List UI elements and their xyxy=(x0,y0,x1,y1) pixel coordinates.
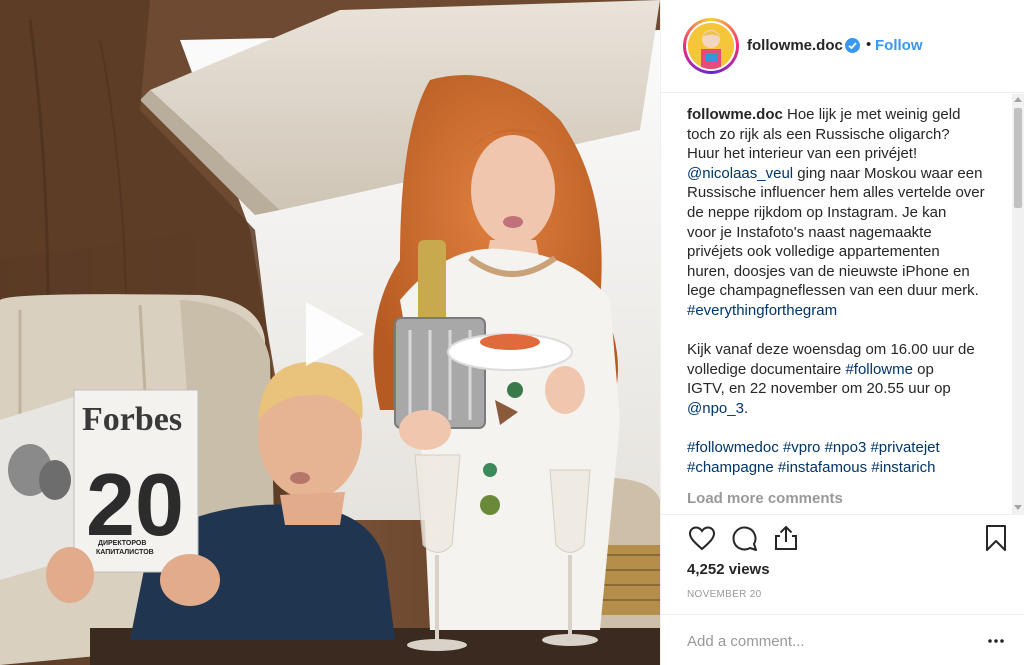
share-upload-icon xyxy=(775,525,797,550)
story-ring[interactable] xyxy=(683,18,739,74)
caption-line: de neppe rijkdom op Instagram. Je kan xyxy=(687,203,947,221)
caption-line: @nicolaas_veul ging naar Moskou waar een xyxy=(687,164,983,182)
caption-line: huren, doosjes van de nieuwste iPhone en xyxy=(687,262,970,280)
post-sidebar: followme.doc • Follow followme.doc Hoe l… xyxy=(660,0,1024,665)
like-button[interactable] xyxy=(687,523,717,553)
username[interactable]: followme.doc xyxy=(747,37,843,54)
caption-line: toch zo rijk als een Russische oligarch? xyxy=(687,125,950,143)
verified-badge-icon xyxy=(845,38,860,53)
caption-line: voor je Instafoto's naast nagemaakte xyxy=(687,223,932,241)
comment-bubble-icon xyxy=(732,526,757,551)
svg-text:ДИРЕКТОРОВ: ДИРЕКТОРОВ xyxy=(98,540,146,547)
caption-line: @npo_3. xyxy=(687,399,749,417)
hashtag-link[interactable]: #everythingforthegram xyxy=(687,301,991,321)
caption-line: lege champagneflessen van een duur merk. xyxy=(687,282,979,300)
caption-line: IGTV, en 22 november om 20.55 uur op xyxy=(687,380,951,398)
comments-section: followme.doc Hoe lijk je met weinig geld… xyxy=(661,94,1024,514)
post-header: followme.doc • Follow xyxy=(661,0,1024,93)
forbes-magazine: Forbes 20 ДИРЕКТОРОВ КАПИТАЛИСТОВ xyxy=(0,389,199,580)
avatar[interactable] xyxy=(688,23,734,69)
post-actions: 4,252 views NOVEMBER 20 xyxy=(661,514,1024,614)
caption-author[interactable]: followme.doc xyxy=(687,106,783,123)
comments-scrollbar[interactable] xyxy=(1012,94,1024,514)
ellipsis-icon xyxy=(988,639,1004,643)
mention-link[interactable]: @nicolaas_veul xyxy=(687,165,793,182)
caption-line: followme.doc Hoe lijk je met weinig geld xyxy=(687,106,961,123)
post-video[interactable]: Forbes 20 ДИРЕКТОРОВ КАПИТАЛИСТОВ xyxy=(0,0,660,665)
share-button[interactable] xyxy=(771,523,801,553)
hashtags-line[interactable]: #followmedoc #vpro #npo3 #privatejet xyxy=(687,438,991,458)
play-button[interactable] xyxy=(292,296,368,372)
hashtags-line[interactable]: #champagne #instafamous #instarich xyxy=(687,458,991,478)
scroll-thumb[interactable] xyxy=(1014,108,1022,208)
comment-input[interactable] xyxy=(687,631,967,651)
bookmark-icon xyxy=(986,525,1006,551)
comment-button[interactable] xyxy=(729,523,759,553)
svg-text:Forbes: Forbes xyxy=(82,401,182,438)
scroll-up-arrow-icon[interactable] xyxy=(1014,97,1022,102)
play-icon xyxy=(306,302,364,366)
post-date[interactable]: NOVEMBER 20 xyxy=(687,589,761,600)
follow-button[interactable]: Follow xyxy=(875,37,923,54)
load-more-comments-button[interactable]: Load more comments xyxy=(687,490,843,507)
view-count[interactable]: 4,252 views xyxy=(687,561,770,578)
add-comment-bar xyxy=(661,614,1024,665)
caption-line: volledige documentaire #followme op xyxy=(687,360,934,378)
post-caption: followme.doc Hoe lijk je met weinig geld… xyxy=(687,105,991,477)
caption-line: Huur het interieur van een privéjet! xyxy=(687,145,918,163)
caption-line: privéjets ook volledige appartementen xyxy=(687,243,940,261)
mention-link[interactable]: @npo_3 xyxy=(687,400,744,417)
caption-line: Russische influencer hem alles vertelde … xyxy=(687,184,985,202)
heart-icon xyxy=(688,526,716,551)
more-options-button[interactable] xyxy=(987,632,1005,650)
scroll-down-arrow-icon[interactable] xyxy=(1014,505,1022,510)
svg-text:КАПИТАЛИСТОВ: КАПИТАЛИСТОВ xyxy=(96,549,154,556)
avatar-image xyxy=(688,23,734,69)
hashtag-link[interactable]: #followme xyxy=(845,361,913,378)
save-button[interactable] xyxy=(981,523,1011,553)
separator-dot: • xyxy=(866,36,872,53)
caption-line: Kijk vanaf deze woensdag om 16.00 uur de xyxy=(687,341,975,359)
